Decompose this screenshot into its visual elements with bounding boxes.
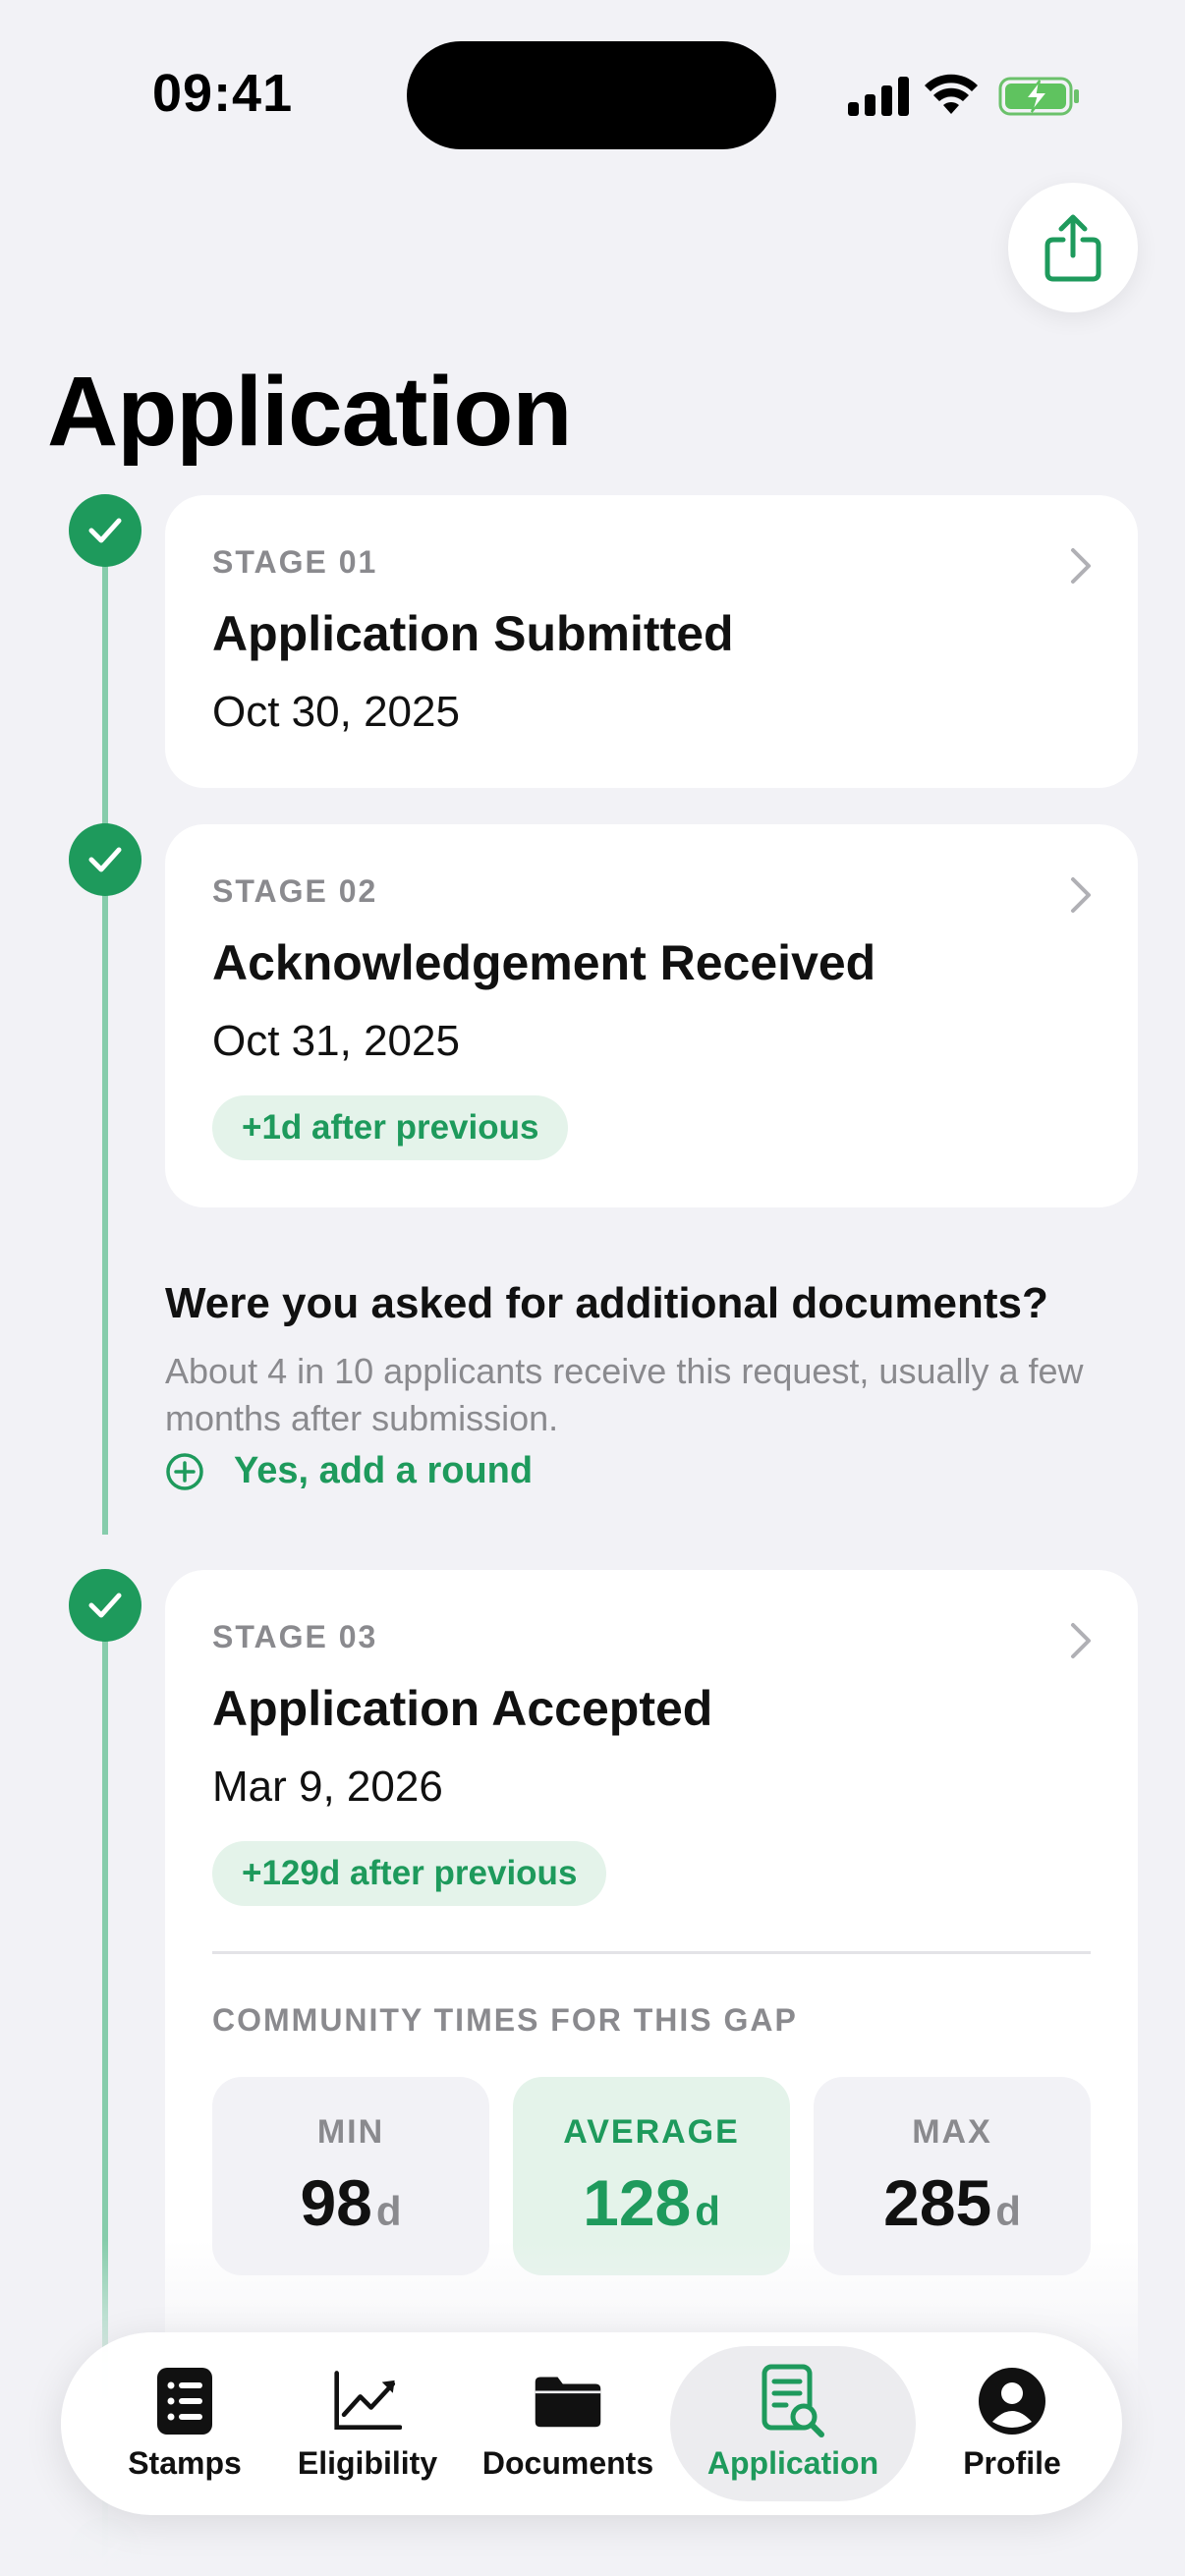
stage-complete-icon [69,1569,141,1642]
stage-complete-icon [69,494,141,567]
stat-value: 128d [583,2165,720,2239]
stage-title: Acknowledgement Received [212,935,876,990]
folder-icon [534,2367,602,2436]
page-title: Application [47,357,572,467]
share-button[interactable] [1008,183,1138,312]
additional-docs-description: About 4 in 10 applicants receive this re… [165,1351,1084,1438]
stage-label: STAGE 02 [212,873,378,909]
tab-eligibility[interactable]: Eligibility [283,2346,452,2501]
tab-label: Documents [481,2444,654,2481]
tab-application[interactable]: Application [670,2346,916,2501]
document-search-icon [759,2364,827,2437]
stat-label: MAX [912,2112,992,2151]
profile-icon [978,2367,1046,2436]
share-icon [1044,214,1101,282]
stage-date: Mar 9, 2026 [212,1763,443,1811]
gap-badge: +129d after previous [212,1841,607,1906]
tab-label: Eligibility [297,2444,438,2481]
add-round-button[interactable]: Yes, add a round [165,1450,533,1492]
stage-title: Application Submitted [212,606,734,661]
stamps-icon [150,2367,219,2436]
timeline-line [102,550,108,1535]
stat-label: MIN [316,2112,385,2151]
battery-charging-icon [998,77,1079,116]
dynamic-island [407,41,776,149]
tab-label: Profile [963,2444,1061,2481]
stage-date: Oct 31, 2025 [212,1017,460,1065]
add-round-label: Yes, add a round [234,1450,534,1491]
stage-label: STAGE 01 [212,544,378,580]
cellular-signal-icon [848,77,909,116]
divider [212,1951,1091,1954]
stage-label: STAGE 03 [212,1619,378,1654]
chevron-right-icon [1071,1623,1091,1658]
tab-label: Stamps [128,2444,242,2481]
chart-icon [333,2367,402,2436]
tab-profile[interactable]: Profile [926,2346,1099,2501]
wifi-icon [925,74,978,114]
stage-title: Application Accepted [212,1681,713,1736]
tab-stamps[interactable]: Stamps [100,2346,269,2501]
additional-docs-question: Were you asked for additional documents? [165,1279,1048,1327]
stat-value: 98d [300,2165,402,2239]
chevron-right-icon [1071,548,1091,584]
plus-circle-icon [166,1452,203,1490]
status-time: 09:41 [152,64,294,123]
gap-badge: +1d after previous [212,1095,569,1160]
tab-label: Application [706,2444,879,2481]
stage-complete-icon [69,823,141,896]
stage-card[interactable]: STAGE 01 Application Submitted Oct 30, 2… [165,495,1138,788]
tab-documents[interactable]: Documents [474,2346,662,2501]
stat-label: AVERAGE [563,2112,740,2151]
stage-date: Oct 30, 2025 [212,688,460,736]
chevron-right-icon [1071,877,1091,913]
community-times-heading: COMMUNITY TIMES FOR THIS GAP [212,2002,798,2038]
tab-bar: Stamps Eligibility Documents Application… [61,2332,1122,2515]
stat-value: 285d [883,2165,1021,2239]
stage-card[interactable]: STAGE 02 Acknowledgement Received Oct 31… [165,824,1138,1207]
